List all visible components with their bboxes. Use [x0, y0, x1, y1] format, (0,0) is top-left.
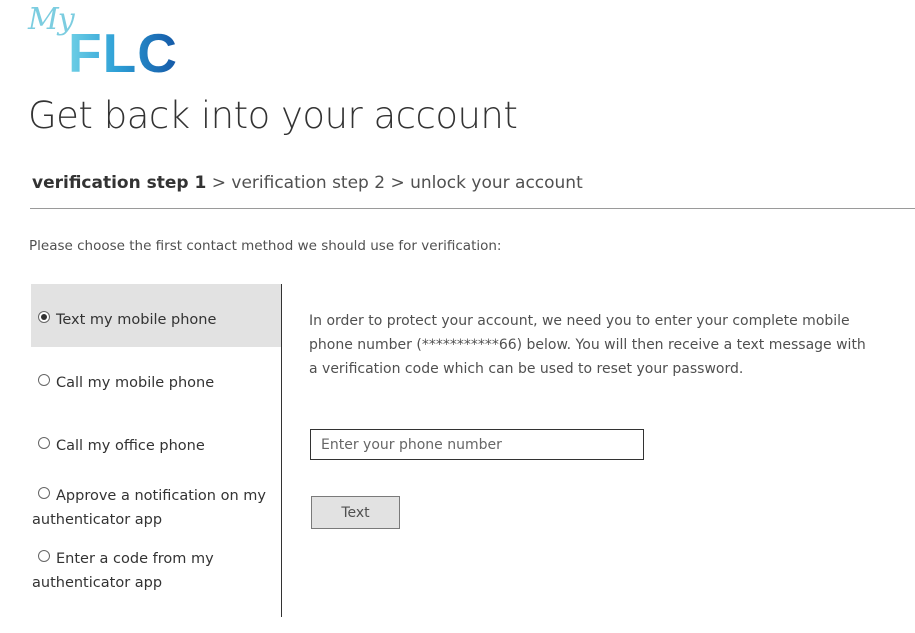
- breadcrumb-separator: >: [390, 173, 405, 193]
- contact-method-list: Text my mobile phone Call my mobile phon…: [31, 284, 282, 617]
- method-text-mobile[interactable]: Text my mobile phone: [31, 284, 281, 347]
- myflc-logo: My FLC: [28, 2, 198, 82]
- phone-number-input[interactable]: [310, 429, 644, 460]
- breadcrumb-step-2: verification step 2: [231, 173, 386, 193]
- contact-method-prompt: Please choose the first contact method w…: [29, 238, 502, 254]
- header-divider: [30, 208, 915, 209]
- method-label: Call my office phone: [56, 438, 205, 454]
- method-enter-code[interactable]: Enter a code from my authenticator app: [31, 547, 281, 595]
- method-approve-notification[interactable]: Approve a notification on my authenticat…: [31, 484, 281, 532]
- method-label: Text my mobile phone: [56, 312, 217, 328]
- logo-script-text: My: [28, 2, 75, 37]
- breadcrumb-separator: >: [211, 173, 226, 193]
- verification-instructions: In order to protect your account, we nee…: [309, 313, 866, 377]
- radio-call-office[interactable]: [38, 437, 50, 449]
- breadcrumb-step-3: unlock your account: [410, 173, 583, 193]
- page-title: Get back into your account: [28, 94, 518, 137]
- breadcrumb: verification step 1 > verification step …: [32, 173, 583, 193]
- text-button[interactable]: Text: [311, 496, 400, 529]
- method-label: Call my mobile phone: [56, 375, 215, 391]
- radio-approve-notification[interactable]: [38, 487, 50, 499]
- method-call-mobile[interactable]: Call my mobile phone: [31, 371, 281, 395]
- logo-main-text: FLC: [68, 22, 178, 84]
- method-label: Approve a notification on my authenticat…: [32, 488, 266, 528]
- breadcrumb-step-1: verification step 1: [32, 173, 207, 193]
- radio-enter-code[interactable]: [38, 550, 50, 562]
- method-label: Enter a code from my authenticator app: [32, 551, 214, 591]
- radio-call-mobile[interactable]: [38, 374, 50, 386]
- radio-text-mobile[interactable]: [38, 311, 50, 323]
- method-call-office[interactable]: Call my office phone: [31, 434, 281, 458]
